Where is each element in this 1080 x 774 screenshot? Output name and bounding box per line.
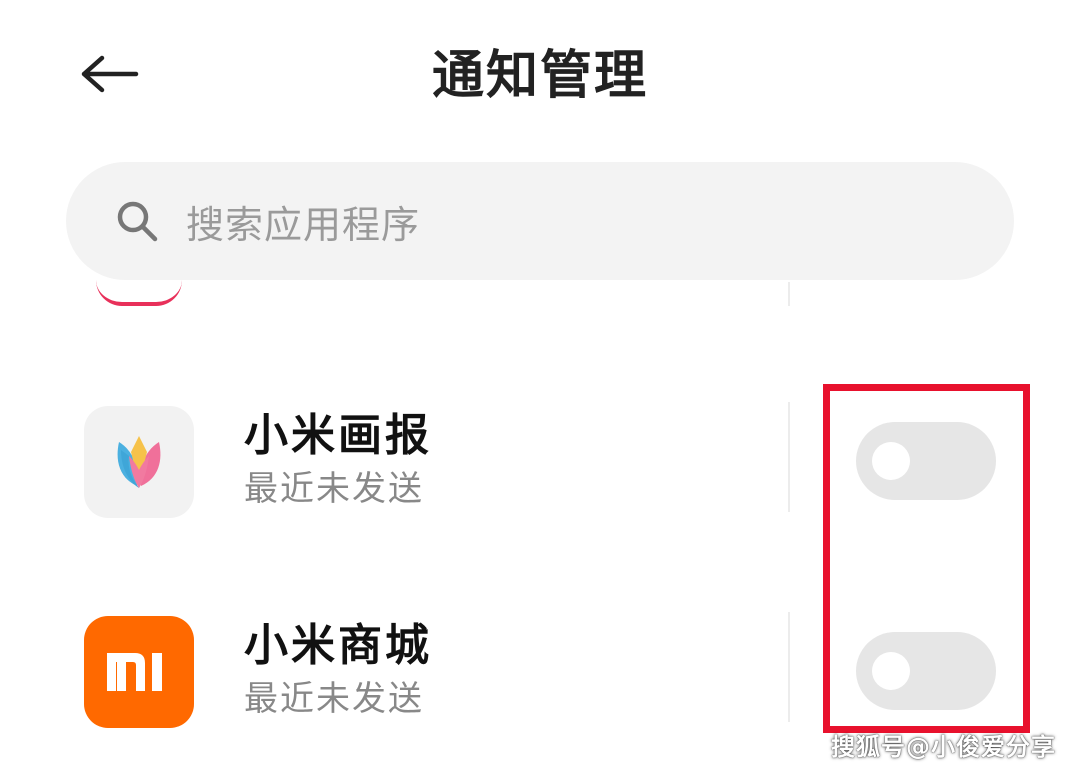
app-status: 最近未发送 [244, 469, 424, 509]
page-title: 通知管理 [431, 46, 648, 106]
search-bar[interactable]: 搜索应用程序 [66, 162, 1014, 280]
app-name: 小米画报 [244, 410, 432, 461]
watermark: 搜狐号@小俊爱分享 [831, 733, 1056, 761]
tulip-icon [84, 406, 194, 518]
mi-logo-icon [84, 616, 194, 728]
row-divider [788, 402, 790, 512]
app-status: 最近未发送 [244, 679, 424, 719]
app-icon-partial [96, 250, 182, 306]
row-divider [788, 612, 790, 722]
row-divider [788, 282, 790, 306]
app-name: 小米商城 [244, 620, 432, 671]
search-icon [117, 201, 158, 242]
highlight-annotation [823, 384, 1030, 733]
search-input[interactable]: 搜索应用程序 [186, 194, 420, 249]
